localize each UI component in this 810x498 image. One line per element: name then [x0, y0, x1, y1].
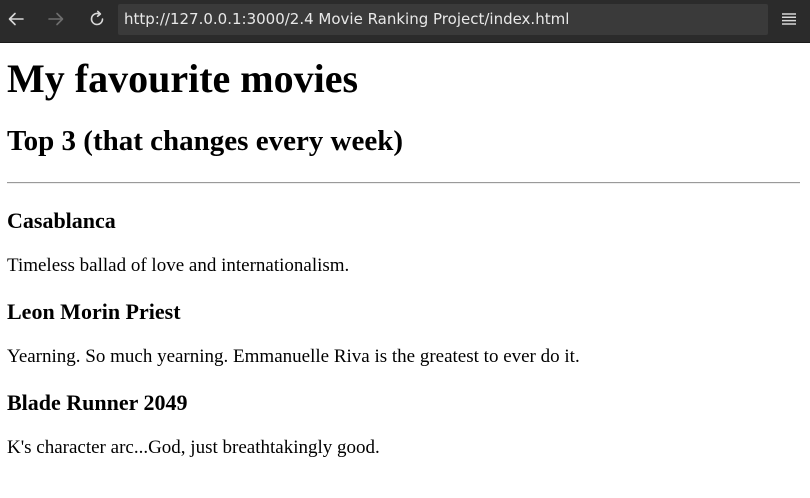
hamburger-menu-icon[interactable] [776, 6, 802, 32]
movie-description: Timeless ballad of love and internationa… [7, 255, 350, 276]
movie-description: Yearning. So much yearning. Emmanuelle R… [7, 346, 580, 367]
address-bar[interactable]: http://127.0.0.1:3000/2.4 Movie Ranking … [118, 4, 768, 35]
movie-title: Casablanca [7, 208, 116, 233]
page-content: My favourite movies Top 3 (that changes … [0, 43, 810, 498]
movie-title: Leon Morin Priest [7, 299, 181, 324]
page-title: My favourite movies [7, 56, 359, 101]
forward-arrow-icon[interactable] [43, 6, 69, 32]
movie-title: Blade Runner 2049 [7, 390, 188, 415]
divider [7, 182, 800, 184]
browser-toolbar: http://127.0.0.1:3000/2.4 Movie Ranking … [0, 0, 810, 43]
reload-icon[interactable] [84, 6, 110, 32]
movie-description: K's character arc...God, just breathtaki… [7, 437, 380, 458]
back-arrow-icon[interactable] [3, 6, 29, 32]
page-subtitle: Top 3 (that changes every week) [7, 125, 404, 157]
